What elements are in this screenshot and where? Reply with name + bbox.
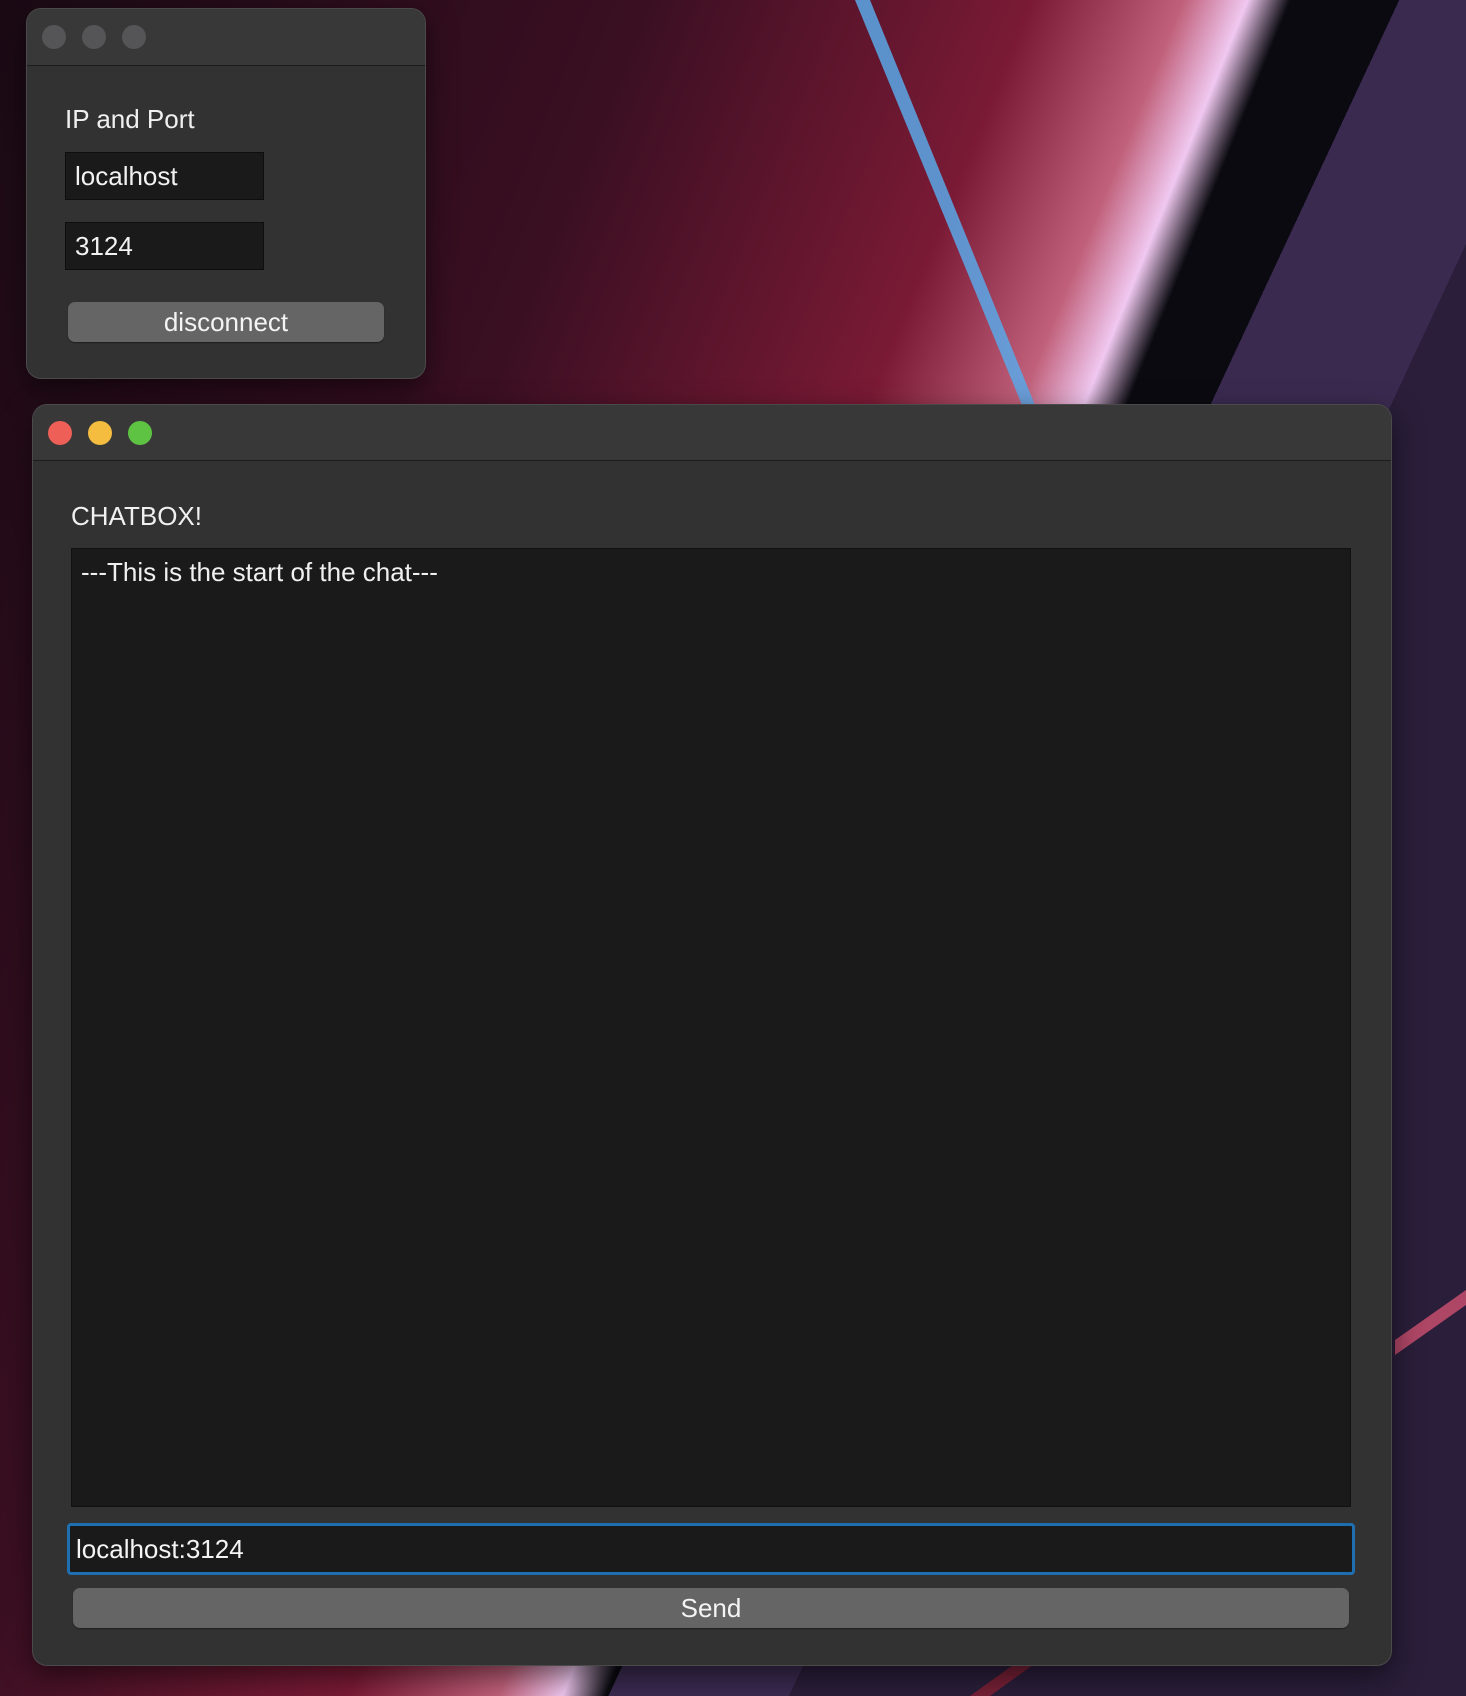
- disconnect-button[interactable]: disconnect: [68, 302, 384, 342]
- chatbox-heading: CHATBOX!: [71, 501, 202, 531]
- send-button[interactable]: Send: [73, 1588, 1349, 1628]
- chat-log-text: ---This is the start of the chat---: [81, 557, 438, 587]
- maximize-icon[interactable]: [122, 25, 146, 49]
- minimize-icon[interactable]: [82, 25, 106, 49]
- ip-port-label: IP and Port: [65, 104, 195, 134]
- minimize-icon[interactable]: [88, 421, 112, 445]
- connection-window-titlebar[interactable]: [27, 9, 425, 66]
- chat-log[interactable]: ---This is the start of the chat---: [71, 548, 1351, 1507]
- close-icon[interactable]: [48, 421, 72, 445]
- message-input[interactable]: [67, 1523, 1355, 1575]
- close-icon[interactable]: [42, 25, 66, 49]
- port-input[interactable]: [65, 222, 264, 270]
- connection-window: IP and Port disconnect: [27, 9, 425, 378]
- maximize-icon[interactable]: [128, 421, 152, 445]
- chat-window: CHATBOX! ---This is the start of the cha…: [33, 405, 1391, 1665]
- chat-window-titlebar[interactable]: [33, 405, 1391, 461]
- ip-address-input[interactable]: [65, 152, 264, 200]
